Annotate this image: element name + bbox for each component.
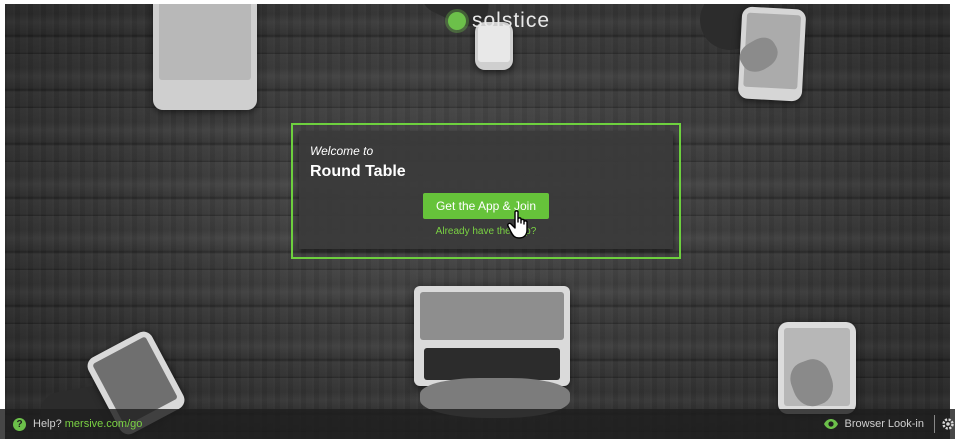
laptop-bottom-center — [414, 286, 570, 386]
bottom-bar: ? Help? mersive.com/go Browser Look-in — [0, 409, 955, 439]
left-edge — [0, 0, 5, 439]
gear-icon[interactable] — [941, 417, 955, 431]
help-prefix: Help? — [33, 418, 62, 430]
footer-divider — [934, 415, 935, 433]
tablet-top-left — [153, 0, 257, 110]
help-icon[interactable]: ? — [13, 417, 26, 431]
welcome-text: Welcome to — [310, 144, 374, 158]
top-edge — [0, 0, 955, 4]
solstice-logo: solstice — [448, 6, 550, 36]
room-name: Round Table — [310, 163, 406, 180]
solstice-logo-icon — [448, 12, 466, 30]
hand-cursor-icon — [507, 210, 528, 239]
welcome-card: Welcome to Round Table Get the App & Joi… — [299, 131, 673, 249]
browser-look-in-button[interactable]: Browser Look-in — [845, 418, 924, 430]
right-edge — [950, 0, 955, 439]
eye-icon[interactable] — [823, 418, 839, 430]
help-link[interactable]: mersive.com/go — [65, 418, 143, 430]
brand-name: solstice — [472, 9, 551, 32]
